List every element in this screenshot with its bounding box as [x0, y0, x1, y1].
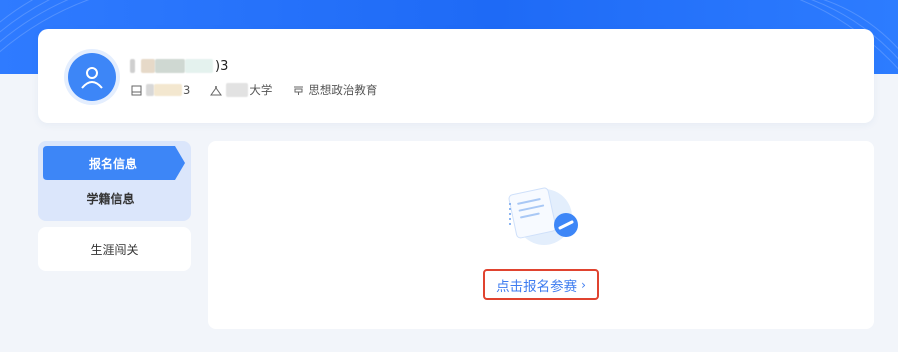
redacted-block — [141, 59, 155, 73]
school-icon — [210, 84, 223, 96]
id-card-icon — [130, 84, 142, 96]
redacted-block — [130, 59, 135, 73]
student-id-suffix: 3 — [183, 83, 191, 97]
major-icon — [292, 84, 304, 96]
profile-name-suffix: )3 — [215, 58, 229, 74]
sidebar-item-student-status[interactable]: 学籍信息 — [38, 185, 183, 211]
redacted-block — [155, 59, 185, 73]
major-item: 思想政治教育 — [292, 82, 377, 98]
signup-link-label: 点击报名参赛 — [496, 278, 578, 295]
major-text: 思想政治教育 — [308, 83, 378, 97]
redacted-block — [154, 84, 182, 96]
profile-meta: 3 大学 思想政治教育 — [130, 81, 397, 99]
main-panel: 点击报名参赛 › — [208, 141, 874, 329]
student-id-item: 3 — [130, 83, 190, 97]
redacted-block — [185, 59, 213, 73]
profile-name: )3 — [130, 57, 228, 75]
sidebar-item-career-challenge[interactable]: 生涯闯关 — [38, 227, 191, 271]
redacted-block — [146, 84, 154, 96]
sidebar-group: 报名信息 学籍信息 — [38, 141, 191, 221]
school-suffix: 大学 — [249, 83, 273, 97]
redacted-block — [226, 83, 249, 97]
sidebar-item-label: 报名信息 — [88, 156, 137, 171]
document-illustration-icon — [508, 187, 578, 245]
avatar — [68, 53, 116, 101]
sidebar-item-signup-info[interactable]: 报名信息 — [43, 146, 185, 180]
sidebar-item-label: 学籍信息 — [86, 191, 135, 206]
profile-card: )3 3 大学 思想政治教育 — [38, 29, 874, 123]
chevron-right-icon: › — [581, 277, 586, 292]
signup-link[interactable]: 点击报名参赛 › — [483, 269, 599, 300]
sidebar-item-label: 生涯闯关 — [90, 242, 139, 257]
user-icon — [81, 67, 103, 89]
school-item: 大学 — [210, 82, 272, 98]
